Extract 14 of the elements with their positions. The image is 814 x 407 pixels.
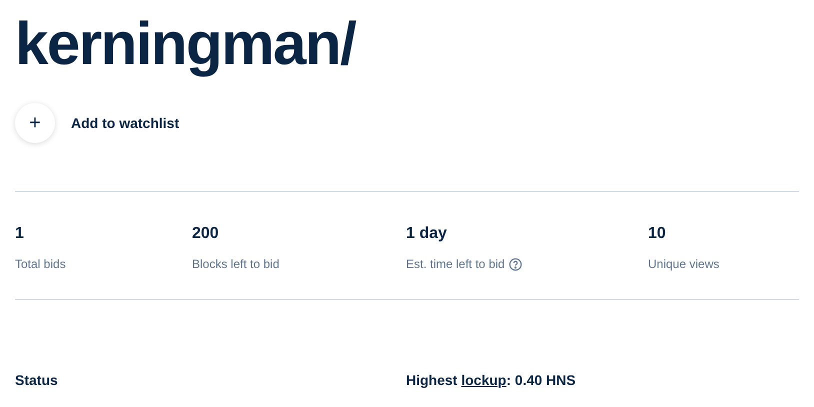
help-icon[interactable] — [508, 258, 522, 270]
stat-label: Est. time left to bid — [406, 256, 505, 273]
stat-label: Blocks left to bid — [192, 256, 280, 273]
add-button[interactable]: + — [15, 103, 55, 143]
lockup-link[interactable]: lockup — [461, 372, 506, 388]
watchlist-label[interactable]: Add to watchlist — [71, 112, 180, 134]
stat-label: Total bids — [15, 256, 66, 273]
stat-value: 200 — [192, 224, 219, 244]
stat-value: 1 — [15, 224, 24, 244]
stat-label: Unique views — [648, 256, 720, 273]
stat-value: 1 day — [406, 224, 447, 244]
highest-lockup-text: Highest lockup: 0.40 HNS — [406, 371, 576, 390]
status-heading: Status — [15, 371, 59, 390]
stat-value: 10 — [648, 224, 666, 244]
